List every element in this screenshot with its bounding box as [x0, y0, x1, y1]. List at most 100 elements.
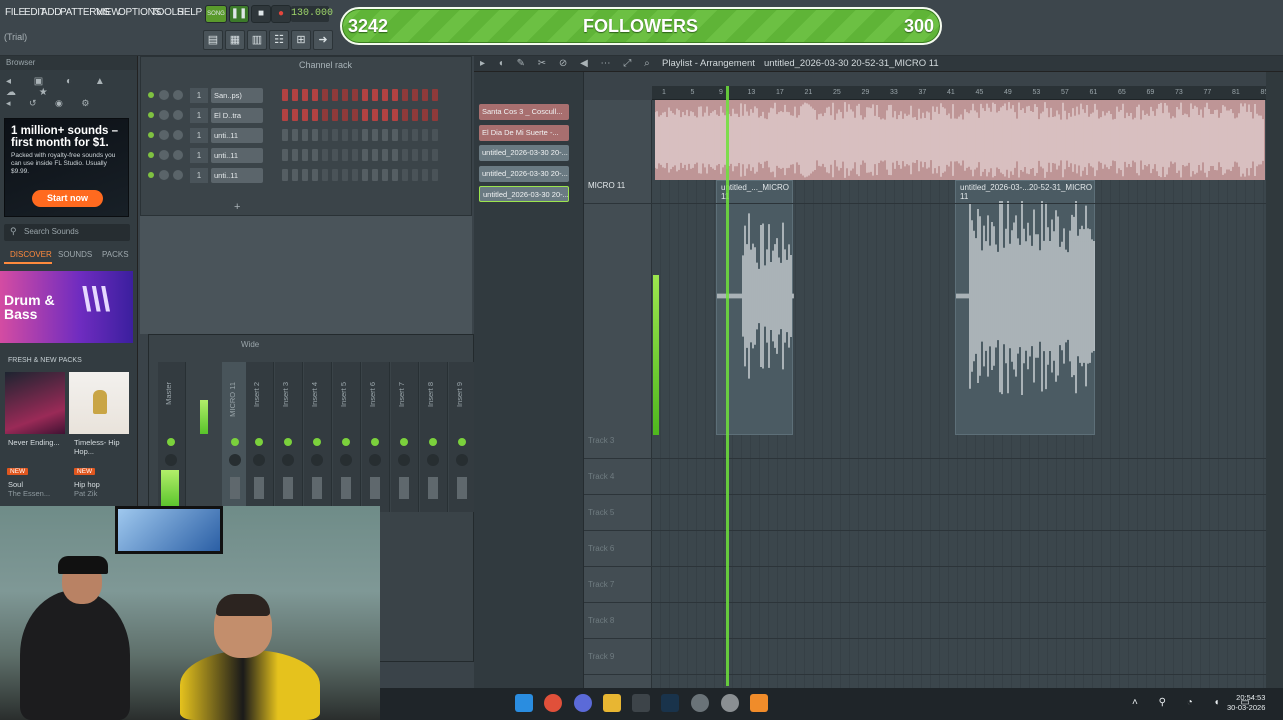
step-button[interactable] — [302, 89, 308, 101]
strip-fader[interactable] — [370, 477, 380, 499]
step-button[interactable] — [332, 109, 338, 121]
step-button[interactable] — [342, 89, 348, 101]
menu-file[interactable]: FILE — [5, 7, 25, 18]
strip-fader[interactable] — [312, 477, 322, 499]
step-button[interactable] — [312, 109, 318, 121]
app-icon[interactable] — [632, 694, 650, 712]
channel-led-icon[interactable] — [148, 92, 154, 98]
step-button[interactable] — [282, 89, 288, 101]
step-button[interactable] — [292, 149, 298, 161]
step-button[interactable] — [352, 129, 358, 141]
step-button[interactable] — [352, 109, 358, 121]
mixer-strip[interactable]: Insert 8 — [420, 362, 448, 512]
search-sounds-input[interactable]: ⚲ Search Sounds — [4, 224, 130, 241]
pack-cover-2[interactable] — [69, 372, 129, 434]
step-button[interactable] — [432, 149, 438, 161]
record-button[interactable]: ● — [271, 5, 291, 23]
step-button[interactable] — [322, 129, 328, 141]
browser-toolbar[interactable]: ◂ ▣ ◐ ▲ ☁ ★ — [6, 76, 132, 98]
step-button[interactable] — [332, 129, 338, 141]
playhead[interactable] — [726, 86, 729, 686]
pan-knob[interactable] — [159, 90, 169, 100]
step-button[interactable] — [362, 109, 368, 121]
track-label[interactable]: Track 6 — [588, 544, 614, 553]
mixer-strip[interactable]: Insert 9 — [449, 362, 477, 512]
mixer-strip[interactable]: Insert 5 — [333, 362, 361, 512]
menu-view[interactable]: VIEW — [96, 7, 121, 18]
channel-row[interactable]: 1 El D..tra — [148, 108, 466, 124]
tempo-display[interactable]: 130.000 — [291, 6, 333, 22]
track-label[interactable]: Track 8 — [588, 616, 614, 625]
audio-clip-2[interactable]: untitled_2026-03-...20-52-31_MICRO 11 — [955, 180, 1095, 435]
step-button[interactable] — [432, 109, 438, 121]
channel-row[interactable]: 1 San..ps) — [148, 88, 466, 104]
genre-banner[interactable]: Drum & Bass \\\ — [0, 271, 133, 343]
step-button[interactable] — [412, 129, 418, 141]
channel-name[interactable]: unti..11 — [211, 148, 263, 163]
step-button[interactable] — [382, 149, 388, 161]
picker-item[interactable]: untitled_2026-03-30 20-... — [479, 186, 569, 202]
volume-knob[interactable] — [173, 130, 183, 140]
channel-led-icon[interactable] — [148, 172, 154, 178]
strip-pan-knob[interactable] — [311, 454, 323, 466]
add-channel-button[interactable]: + — [234, 201, 240, 213]
step-button[interactable] — [282, 109, 288, 121]
picker-item[interactable]: untitled_2026-03-30 20-... — [479, 165, 569, 182]
strip-led-icon[interactable] — [255, 438, 263, 446]
step-button[interactable] — [342, 149, 348, 161]
step-button[interactable] — [422, 109, 428, 121]
song-mode-toggle[interactable]: SONG — [205, 5, 227, 23]
step-button[interactable] — [312, 89, 318, 101]
step-button[interactable] — [372, 89, 378, 101]
step-button[interactable] — [352, 169, 358, 181]
strip-pan-knob[interactable] — [229, 454, 241, 466]
step-button[interactable] — [322, 169, 328, 181]
step-button[interactable] — [402, 89, 408, 101]
steam-icon[interactable] — [661, 694, 679, 712]
channel-name[interactable]: San..ps) — [211, 88, 263, 103]
mixer-strip[interactable]: Insert 2 — [246, 362, 274, 512]
step-button[interactable] — [352, 89, 358, 101]
step-button[interactable] — [382, 89, 388, 101]
strip-fader[interactable] — [399, 477, 409, 499]
strip-led-icon[interactable] — [400, 438, 408, 446]
strip-pan-knob[interactable] — [456, 454, 468, 466]
channel-led-icon[interactable] — [148, 112, 154, 118]
strip-pan-knob[interactable] — [253, 454, 265, 466]
strip-fader[interactable] — [283, 477, 293, 499]
channel-mixer-track[interactable]: 1 — [190, 128, 208, 143]
track-label[interactable]: Track 3 — [588, 436, 614, 445]
step-button[interactable] — [302, 149, 308, 161]
brave-icon[interactable] — [544, 694, 562, 712]
step-button[interactable] — [392, 129, 398, 141]
timeline-ruler[interactable] — [652, 86, 1266, 100]
taskbar-clock[interactable]: 20:54:53 30-03-2026 — [1227, 693, 1265, 713]
step-button[interactable] — [422, 149, 428, 161]
channel-mixer-track[interactable]: 1 — [190, 168, 208, 183]
step-button[interactable] — [332, 89, 338, 101]
pack-cover-1[interactable] — [5, 372, 65, 434]
step-button[interactable] — [392, 149, 398, 161]
step-button[interactable] — [282, 149, 288, 161]
strip-pan-knob[interactable] — [427, 454, 439, 466]
settings-icon[interactable] — [691, 694, 709, 712]
channel-name[interactable]: El D..tra — [211, 108, 263, 123]
track-label[interactable]: Track 9 — [588, 652, 614, 661]
mixer-strip[interactable]: Insert 7 — [391, 362, 419, 512]
step-button[interactable] — [402, 109, 408, 121]
step-button[interactable] — [302, 129, 308, 141]
mixer-strip[interactable]: Insert 4 — [304, 362, 332, 512]
tab-packs[interactable]: PACKS — [102, 250, 129, 259]
strip-pan-knob[interactable] — [282, 454, 294, 466]
step-button[interactable] — [302, 109, 308, 121]
step-button[interactable] — [402, 149, 408, 161]
step-button[interactable] — [342, 109, 348, 121]
browser-nav[interactable]: ◂ ↺ ◉ ⚙ — [6, 98, 132, 110]
playlist-icon[interactable]: ▤ — [203, 30, 223, 50]
step-button[interactable] — [322, 149, 328, 161]
strip-led-icon[interactable] — [231, 438, 239, 446]
mixer-strip[interactable]: Insert 3 — [275, 362, 303, 512]
volume-knob[interactable] — [173, 90, 183, 100]
step-button[interactable] — [312, 149, 318, 161]
step-button[interactable] — [332, 169, 338, 181]
